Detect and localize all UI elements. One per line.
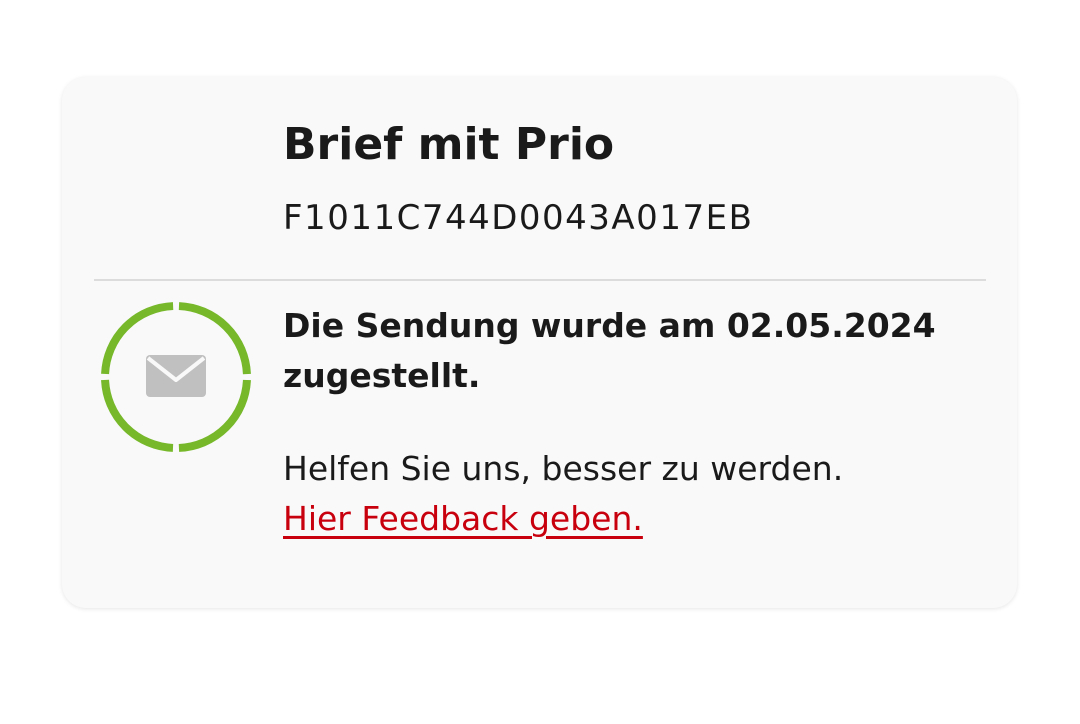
delivery-status-message: Die Sendung wurde am 02.05.2024 zugestel…: [283, 306, 936, 395]
envelope-icon: [146, 355, 206, 397]
feedback-link[interactable]: Hier Feedback geben.: [283, 494, 643, 544]
delivery-status-indicator: [98, 299, 254, 455]
tracking-number: F1011C744D0043A017EB: [283, 198, 754, 238]
shipment-card: Brief mit Prio F1011C744D0043A017EB Die …: [62, 77, 1017, 608]
shipment-title: Brief mit Prio: [283, 119, 615, 170]
divider: [94, 279, 986, 281]
feedback-prompt: Helfen Sie uns, besser zu werden.: [283, 449, 844, 488]
feedback-section: Helfen Sie uns, besser zu werden. Hier F…: [283, 444, 983, 544]
